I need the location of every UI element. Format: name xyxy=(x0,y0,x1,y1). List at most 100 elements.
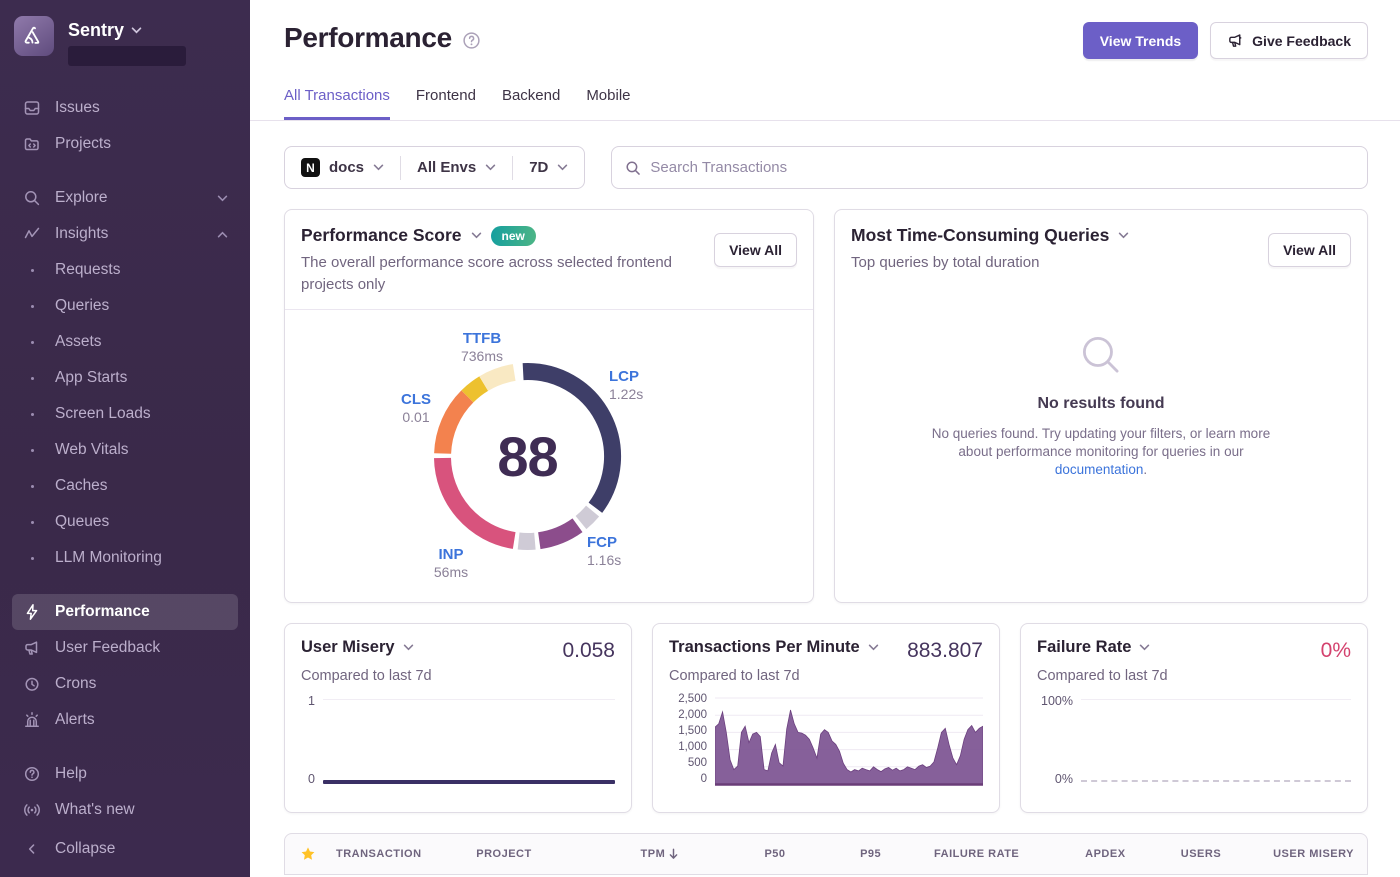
help-icon xyxy=(22,764,42,784)
sidebar-item-label: Explore xyxy=(55,189,108,207)
nav-section-gap xyxy=(12,576,238,594)
sidebar-item-label: App Starts xyxy=(55,369,127,387)
issues-icon xyxy=(22,98,42,118)
project-filter-dropdown[interactable]: N docs xyxy=(285,147,400,188)
sidebar-item-label: Help xyxy=(55,765,87,783)
vital-label-ttfb: TTFB736ms xyxy=(447,330,517,366)
performance-score-card: Performance Score new The overall perfor… xyxy=(284,209,814,603)
tpm-chart[interactable] xyxy=(715,694,983,786)
siren-icon xyxy=(22,710,42,730)
column-header-project[interactable]: PROJECT xyxy=(467,848,605,860)
date-range-dropdown[interactable]: 7D xyxy=(513,147,584,188)
vital-name: TTFB xyxy=(447,330,517,349)
sidebar-item-screen-loads[interactable]: Screen Loads xyxy=(12,396,238,432)
sidebar-item-label: Caches xyxy=(55,477,108,495)
y-axis-max: 100% xyxy=(1037,694,1073,708)
column-header-p95[interactable]: P95 xyxy=(795,848,891,860)
tab-backend[interactable]: Backend xyxy=(502,87,560,120)
column-label: PROJECT xyxy=(476,848,531,860)
sidebar-item-performance[interactable]: Performance xyxy=(12,594,238,630)
chevron-up-icon xyxy=(217,231,228,238)
sidebar-item-label: Projects xyxy=(55,135,111,153)
column-header-apdex[interactable]: APDEX xyxy=(1028,848,1134,860)
sidebar-item-insights[interactable]: Insights xyxy=(12,216,238,252)
chevron-down-icon[interactable] xyxy=(1139,644,1150,651)
sidebar-item-caches[interactable]: Caches xyxy=(12,468,238,504)
bullet-dot xyxy=(22,485,42,488)
sidebar-item-user-feedback[interactable]: User Feedback xyxy=(12,630,238,666)
chevron-down-icon[interactable] xyxy=(403,644,414,651)
environment-filter-dropdown[interactable]: All Envs xyxy=(401,147,512,188)
tpm-y-axis: 2,5002,0001,5001,0005000 xyxy=(669,694,707,786)
column-header-p50[interactable]: P50 xyxy=(688,848,794,860)
sidebar-item-what-s-new[interactable]: What's new xyxy=(12,792,238,828)
view-all-button[interactable]: View All xyxy=(1268,233,1351,267)
search-icon xyxy=(1078,332,1124,383)
sidebar-item-requests[interactable]: Requests xyxy=(12,252,238,288)
org-switcher[interactable]: Sentry xyxy=(0,0,250,76)
sidebar-item-label: Requests xyxy=(55,261,120,279)
performance-score-title[interactable]: Performance Score xyxy=(301,225,462,246)
sidebar-item-web-vitals[interactable]: Web Vitals xyxy=(12,432,238,468)
failure-rate-title[interactable]: Failure Rate xyxy=(1037,638,1131,657)
sidebar-item-assets[interactable]: Assets xyxy=(12,324,238,360)
column-label: TPM xyxy=(641,848,666,860)
column-header-transaction[interactable]: TRANSACTION xyxy=(327,848,467,860)
sidebar-item-crons[interactable]: Crons xyxy=(12,666,238,702)
sidebar-item-label: Assets xyxy=(55,333,102,351)
tab-all-transactions[interactable]: All Transactions xyxy=(284,87,390,120)
sort-desc-icon xyxy=(668,848,679,860)
column-label: P50 xyxy=(764,848,785,860)
view-all-button[interactable]: View All xyxy=(714,233,797,267)
sidebar-item-issues[interactable]: Issues xyxy=(12,90,238,126)
sidebar: Sentry Issues Projects Explore Insights Requ… xyxy=(0,0,250,877)
column-label: USER MISERY xyxy=(1273,848,1354,860)
tab-frontend[interactable]: Frontend xyxy=(416,87,476,120)
lightning-icon xyxy=(22,602,42,622)
user-misery-title[interactable]: User Misery xyxy=(301,638,395,657)
tpm-title[interactable]: Transactions Per Minute xyxy=(669,638,860,657)
vital-label-fcp: FCP1.16s xyxy=(587,534,621,570)
queries-title[interactable]: Most Time-Consuming Queries xyxy=(851,225,1109,246)
vital-label-lcp: LCP1.22s xyxy=(609,368,643,404)
web-vitals-donut-chart[interactable] xyxy=(425,354,630,559)
failure-rate-chart[interactable] xyxy=(1081,694,1351,786)
megaphone-icon xyxy=(22,638,42,658)
tab-mobile[interactable]: Mobile xyxy=(586,87,630,120)
bullet-dot xyxy=(22,341,42,344)
give-feedback-button[interactable]: Give Feedback xyxy=(1210,22,1368,59)
sidebar-item-help[interactable]: Help xyxy=(12,756,238,792)
column-header-user-misery[interactable]: USER MISERY xyxy=(1230,848,1363,860)
documentation-link[interactable]: documentation xyxy=(1055,462,1144,477)
help-icon[interactable] xyxy=(462,31,481,50)
star-icon[interactable] xyxy=(289,846,327,862)
sidebar-item-queries[interactable]: Queries xyxy=(12,288,238,324)
chevron-down-icon[interactable] xyxy=(868,644,879,651)
sidebar-item-label: What's new xyxy=(55,801,135,819)
chevron-down-icon[interactable] xyxy=(1118,232,1129,239)
collapse-label: Collapse xyxy=(55,840,115,858)
bullet-dot xyxy=(22,269,42,272)
empty-text-before: No queries found. Try updating your filt… xyxy=(932,426,1270,459)
clock-icon xyxy=(22,674,42,694)
user-misery-card: User Misery 0.058 Compared to last 7d 1 … xyxy=(284,623,632,813)
org-name: Sentry xyxy=(68,20,124,41)
sidebar-item-projects[interactable]: Projects xyxy=(12,126,238,162)
sidebar-item-alerts[interactable]: Alerts xyxy=(12,702,238,738)
sidebar-item-label: Queues xyxy=(55,513,109,531)
sidebar-item-app-starts[interactable]: App Starts xyxy=(12,360,238,396)
sidebar-item-queues[interactable]: Queues xyxy=(12,504,238,540)
column-header-failure-rate[interactable]: FAILURE RATE xyxy=(890,848,1028,860)
column-header-tpm[interactable]: TPM xyxy=(605,848,688,860)
broadcast-icon xyxy=(22,800,42,820)
sidebar-item-llm-monitoring[interactable]: LLM Monitoring xyxy=(12,540,238,576)
user-misery-chart[interactable] xyxy=(323,694,615,786)
search-input[interactable] xyxy=(650,159,1354,176)
vital-name: FCP xyxy=(587,534,621,553)
view-trends-button[interactable]: View Trends xyxy=(1083,22,1198,59)
chevron-down-icon[interactable] xyxy=(471,232,482,239)
sidebar-collapse-button[interactable]: Collapse xyxy=(12,831,238,867)
sidebar-item-label: Queries xyxy=(55,297,109,315)
column-header-users[interactable]: USERS xyxy=(1135,848,1231,860)
sidebar-item-explore[interactable]: Explore xyxy=(12,180,238,216)
